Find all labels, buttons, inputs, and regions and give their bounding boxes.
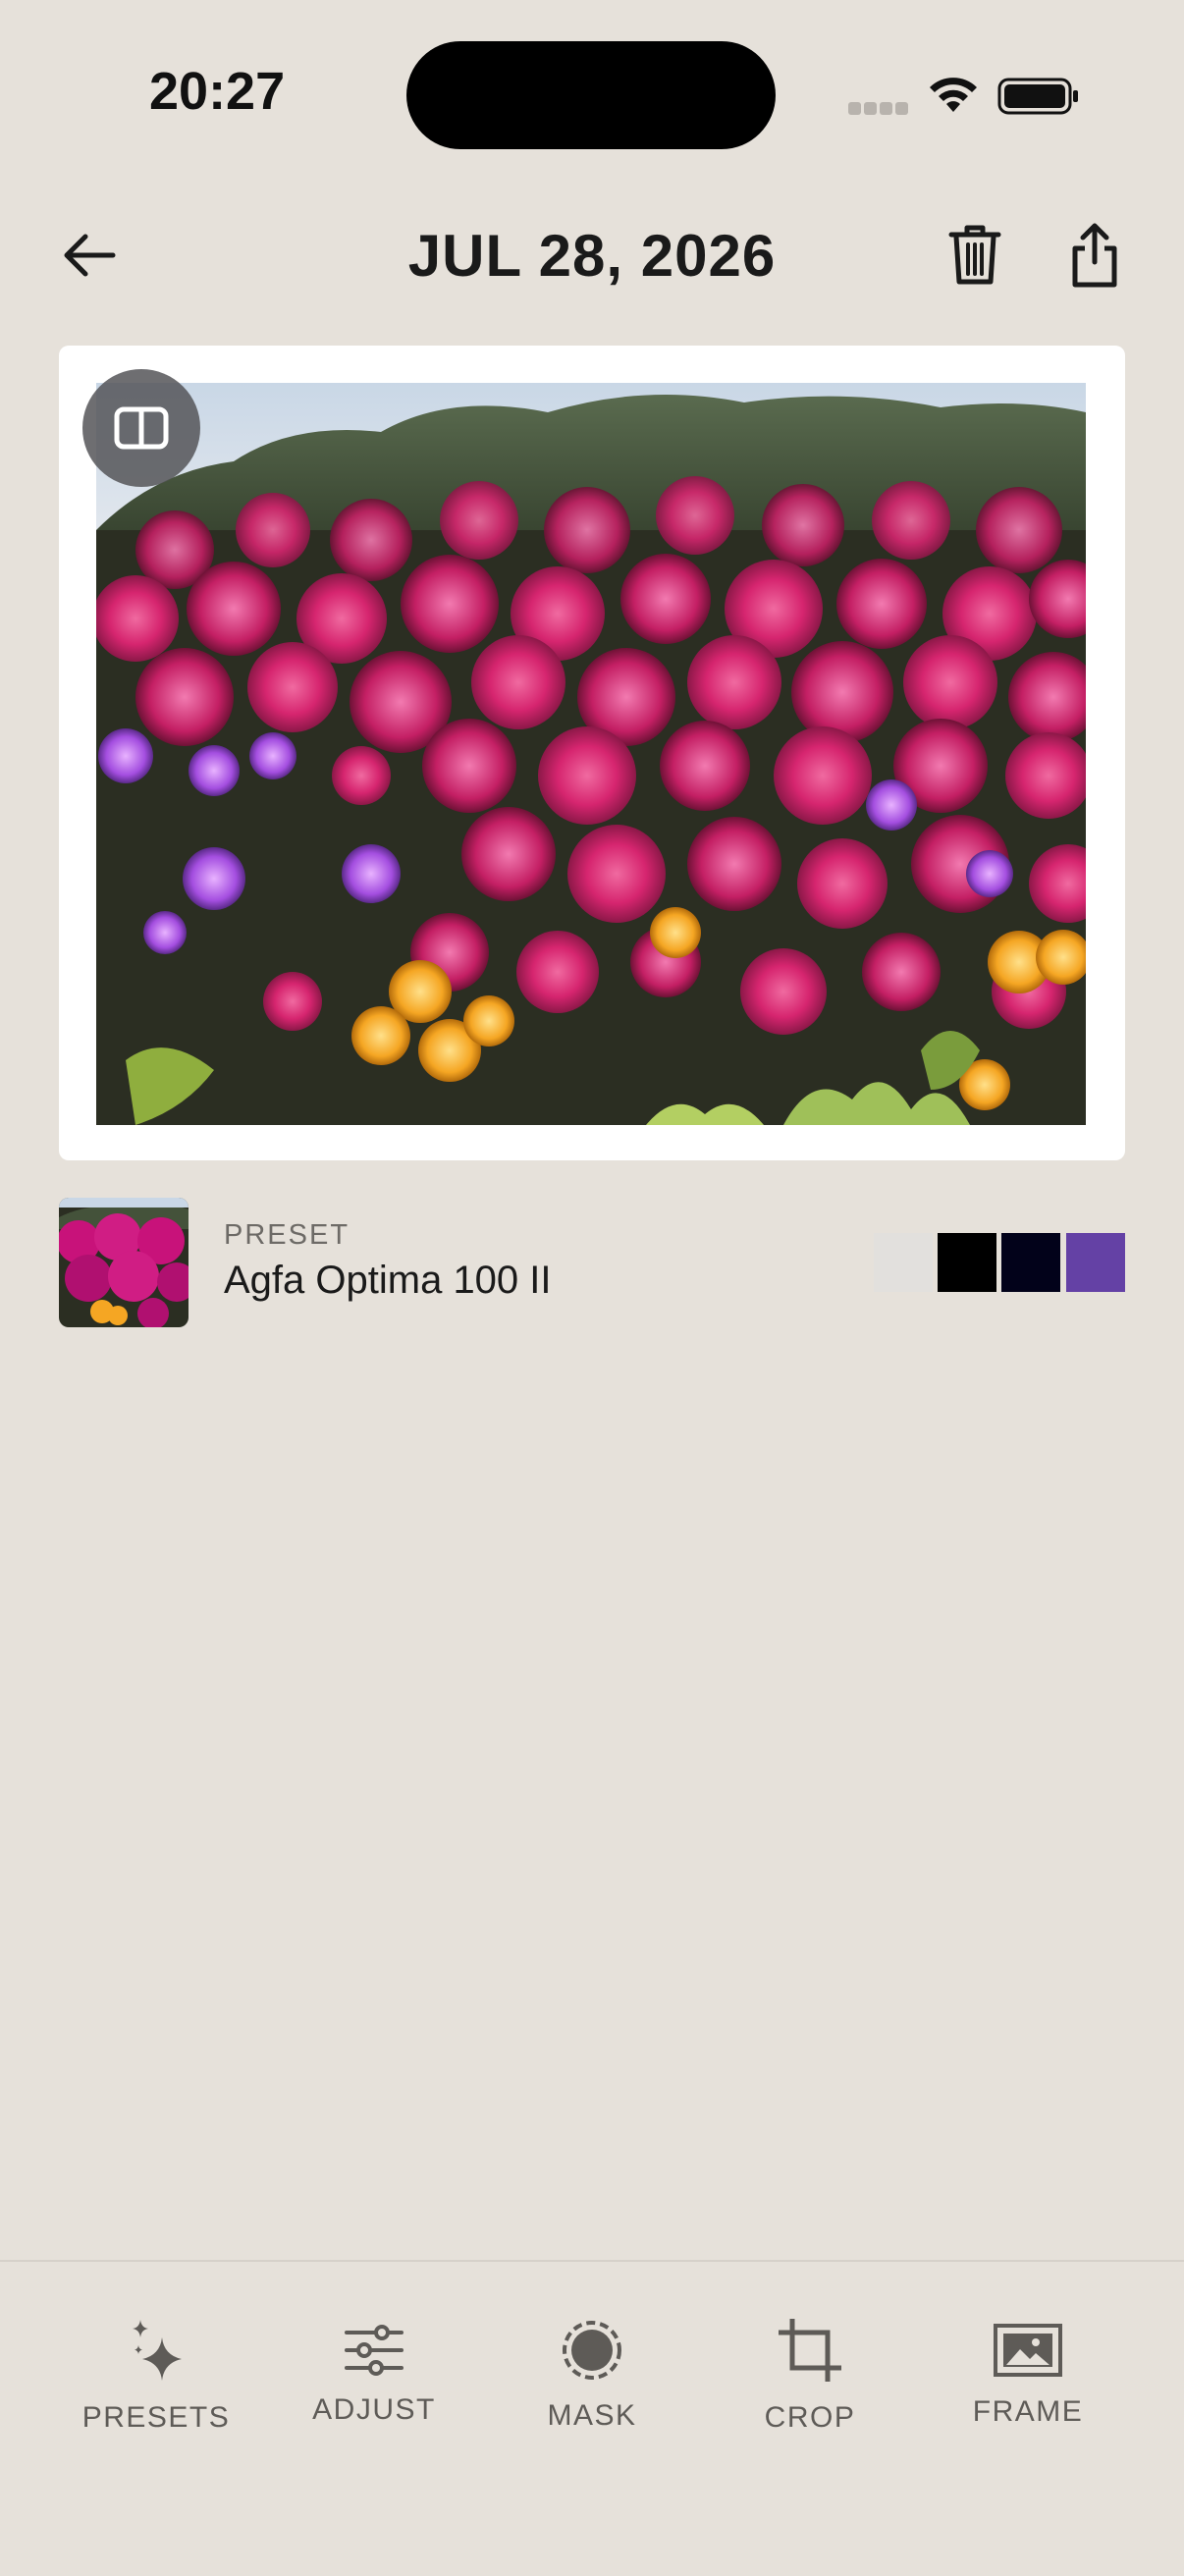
- tool-mask[interactable]: MASK: [494, 2311, 690, 2448]
- bottom-toolbar: PRESETS ADJUST MASK CROP FRAME: [0, 2260, 1184, 2576]
- header: JUL 28, 2026: [0, 196, 1184, 314]
- tool-label: ADJUST: [312, 2393, 436, 2426]
- preset-caption: PRESET: [224, 1219, 350, 1251]
- swatch-3: [1001, 1233, 1060, 1292]
- preset-row[interactable]: PRESET Agfa Optima 100 II: [59, 1198, 1125, 1327]
- tool-crop[interactable]: CROP: [712, 2311, 908, 2448]
- compare-button[interactable]: [82, 369, 200, 487]
- flower-photo: [96, 383, 1086, 1125]
- swatch-4: [1066, 1233, 1125, 1292]
- sparkle-icon: [107, 2311, 205, 2389]
- status-time: 20:27: [149, 62, 286, 121]
- share-button[interactable]: [1060, 218, 1129, 293]
- tool-label: CROP: [764, 2401, 856, 2434]
- tool-label: MASK: [547, 2399, 637, 2432]
- wifi-icon: [930, 78, 977, 112]
- tool-frame[interactable]: FRAME: [930, 2311, 1126, 2448]
- preset-thumbnail[interactable]: [59, 1198, 188, 1327]
- color-swatches: [874, 1233, 1125, 1292]
- split-view-icon: [114, 406, 169, 450]
- tool-presets[interactable]: PRESETS: [58, 2311, 254, 2448]
- dynamic-island: [406, 41, 776, 149]
- status-bar: 20:27: [0, 0, 1184, 187]
- tool-adjust[interactable]: ADJUST: [276, 2311, 472, 2448]
- preset-name: Agfa Optima 100 II: [224, 1259, 552, 1302]
- frame-icon: [979, 2311, 1077, 2389]
- photo-preview[interactable]: [96, 383, 1086, 1125]
- crop-icon: [761, 2311, 859, 2389]
- sliders-icon: [325, 2311, 423, 2389]
- delete-button[interactable]: [942, 218, 1007, 293]
- swatch-1: [874, 1233, 933, 1292]
- tool-label: FRAME: [972, 2395, 1084, 2428]
- mask-icon: [543, 2311, 641, 2389]
- trash-icon: [948, 225, 1001, 285]
- cellular-signal-icon: [848, 102, 908, 118]
- photo-card: [59, 346, 1125, 1160]
- swatch-2: [938, 1233, 996, 1292]
- tool-label: PRESETS: [81, 2401, 231, 2434]
- share-icon: [1072, 223, 1117, 288]
- battery-icon: [997, 78, 1078, 115]
- preset-thumbnail-image: [59, 1198, 188, 1327]
